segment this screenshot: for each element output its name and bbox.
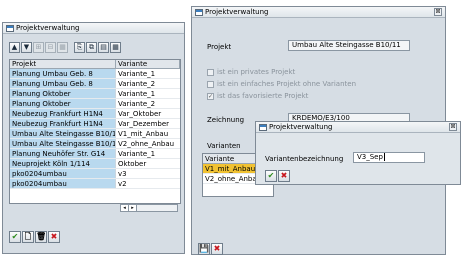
filter-button[interactable]: ▼ [21, 42, 32, 53]
projekt-cell[interactable]: Planung Oktober [10, 99, 116, 108]
column-header-projekt[interactable]: Projekt [10, 60, 116, 68]
private-project-checkbox[interactable]: ist ein privates Projekt [207, 68, 295, 76]
table-body: Planung Umbau Geb. 8 Variante_1 Planung Um… [10, 69, 180, 189]
table-header: Projekt Variante [10, 60, 180, 69]
confirm-button[interactable]: ✔ [265, 170, 277, 182]
projekt-cell[interactable]: Neubezug Frankfurt H1N4 [10, 109, 116, 118]
variante-cell[interactable]: Variante_2 [116, 99, 180, 108]
variante-cell[interactable]: v2 [116, 179, 180, 188]
window-icon [259, 123, 267, 131]
variantenbezeichnung-label: Variantenbezeichnung [265, 155, 344, 163]
scroll-right-icon[interactable]: ▸ [129, 205, 137, 211]
checkbox-label: ist ein einfaches Projekt ohne Varianten [217, 80, 357, 88]
variante-cell[interactable]: Var_Dezember [116, 119, 180, 128]
table-row[interactable]: Umbau Alte Steingasse B10/11 V2_ohne_Anba… [10, 139, 180, 149]
find-button[interactable]: ⊞ [33, 42, 44, 53]
variante-cell[interactable]: Variante_1 [116, 69, 180, 78]
project-table: Projekt Variante Planung Umbau Geb. 8 Var… [9, 59, 181, 204]
window-icon [6, 24, 14, 32]
checkbox-box[interactable] [207, 68, 214, 76]
variante-cell[interactable]: V1_mit_Anbau [116, 129, 180, 138]
table-row[interactable]: Planung Umbau Geb. 8 Variante_2 [10, 79, 180, 89]
sort-ascending-button[interactable]: ▲ [9, 42, 20, 53]
input-value: V3_Sep [357, 153, 383, 161]
close-icon[interactable]: ⊠ [434, 8, 442, 16]
cancel-button[interactable]: ✖ [278, 170, 290, 182]
variante-cell[interactable]: Variante_1 [116, 89, 180, 98]
scroll-left-icon[interactable]: ◂ [121, 205, 129, 211]
projekt-cell[interactable]: Planung Umbau Geb. 8 [10, 69, 116, 78]
cancel-button[interactable]: ✖ [48, 231, 60, 243]
project-list-titlebar[interactable]: Projektverwaltung [3, 23, 184, 34]
list-toolbar: ▲ ▼ ⊞ ⊟ ▦ ⎘ ⧉ ▤ ▦ [9, 42, 121, 54]
projekt-cell[interactable]: Planung Umbau Geb. 8 [10, 79, 116, 88]
zeichnung-label: Zeichnung [207, 116, 245, 124]
print-button[interactable]: ⎘ [74, 42, 85, 53]
variante-cell[interactable]: Oktober [116, 159, 180, 168]
simple-project-checkbox[interactable]: ist ein einfaches Projekt ohne Varianten [207, 80, 356, 88]
checkbox-label: ist das favorisierte Projekt [217, 92, 309, 100]
variante-cell[interactable]: Variante_1 [116, 149, 180, 158]
dialog-toolbar: ✔ ✖ [265, 170, 290, 182]
favorite-project-checkbox[interactable]: ✓ ist das favorisierte Projekt [207, 92, 308, 100]
layout-button[interactable]: ▤ [98, 42, 109, 53]
projekt-cell[interactable]: Planung Neuhöfer Str. G14 [10, 149, 116, 158]
variantenbezeichnung-input[interactable]: V3_Sep [353, 152, 425, 163]
close-icon[interactable]: ⊠ [449, 123, 457, 131]
table-row[interactable]: Planung Oktober Variante_1 [10, 89, 180, 99]
checkmark-icon[interactable]: ✓ [207, 92, 214, 100]
dialog-title: Projektverwaltung [269, 123, 333, 131]
text-cursor [383, 153, 385, 161]
variante-cell[interactable]: Var_Oktober [116, 109, 180, 118]
table-row[interactable]: Umbau Alte Steingasse B10/11 V1_mit_Anbau [10, 129, 180, 139]
projekt-cell[interactable]: Umbau Alte Steingasse B10/11 [10, 129, 116, 138]
projekt-label: Projekt [207, 43, 232, 51]
find-next-button[interactable]: ⊟ [45, 42, 56, 53]
export-button[interactable]: ⧉ [86, 42, 97, 53]
table-row[interactable]: Neuprojekt Köln 1/114 Oktober [10, 159, 180, 169]
horizontal-scrollbar[interactable]: ◂ ▸ [120, 204, 178, 212]
save-button[interactable]: 💾 [198, 243, 210, 255]
detail-bottom-toolbar: 💾 ✖ [198, 243, 223, 255]
confirm-button[interactable]: ✔ [9, 231, 21, 243]
table-row[interactable]: Planung Umbau Geb. 8 Variante_1 [10, 69, 180, 79]
checkbox-label: ist ein privates Projekt [217, 68, 296, 76]
sum-button[interactable]: ▦ [57, 42, 68, 53]
dialog-titlebar[interactable]: Projektverwaltung ⊠ [256, 122, 460, 133]
projekt-cell[interactable]: Umbau Alte Steingasse B10/11 [10, 139, 116, 148]
grid-button[interactable]: ▦ [110, 42, 121, 53]
table-row[interactable]: pko0204umbau v3 [10, 169, 180, 179]
projekt-field[interactable]: Umbau Alte Steingasse B10/11 [288, 40, 410, 51]
table-row[interactable]: Planung Oktober Variante_2 [10, 99, 180, 109]
cancel-button[interactable]: ✖ [211, 243, 223, 255]
column-header-variante[interactable]: Variante [116, 60, 180, 68]
table-row[interactable]: Neubezug Frankfurt H1N4 Var_Oktober [10, 109, 180, 119]
checkbox-box[interactable] [207, 80, 214, 88]
window-icon [195, 8, 203, 16]
projekt-cell[interactable]: pko0204umbau [10, 179, 116, 188]
projekt-cell[interactable]: pko0204umbau [10, 169, 116, 178]
table-row[interactable]: pko0204umbau v2 [10, 179, 180, 189]
window-title: Projektverwaltung [16, 24, 80, 32]
variante-cell[interactable]: v3 [116, 169, 180, 178]
projekt-cell[interactable]: Neubezug Frankfurt H1N4 [10, 119, 116, 128]
delete-project-button[interactable]: 🗑 [35, 231, 47, 243]
varianten-label: Varianten [207, 142, 241, 150]
list-bottom-toolbar: ✔ 🗋 🗑 ✖ [9, 231, 60, 243]
table-row[interactable]: Neubezug Frankfurt H1N4 Var_Dezember [10, 119, 180, 129]
new-project-button[interactable]: 🗋 [22, 231, 34, 243]
variante-cell[interactable]: V2_ohne_Anbau [116, 139, 180, 148]
projekt-cell[interactable]: Neuprojekt Köln 1/114 [10, 159, 116, 168]
project-list-window: Projektverwaltung ▲ ▼ ⊞ ⊟ ▦ ⎘ ⧉ ▤ ▦ Proj… [2, 22, 185, 254]
project-detail-titlebar[interactable]: Projektverwaltung ⊠ [192, 7, 445, 18]
projekt-cell[interactable]: Planung Oktober [10, 89, 116, 98]
variant-name-dialog: Projektverwaltung ⊠ Variantenbezeichnung… [255, 121, 461, 185]
window-title: Projektverwaltung [205, 8, 269, 16]
variante-cell[interactable]: Variante_2 [116, 79, 180, 88]
table-row[interactable]: Planung Neuhöfer Str. G14 Variante_1 [10, 149, 180, 159]
